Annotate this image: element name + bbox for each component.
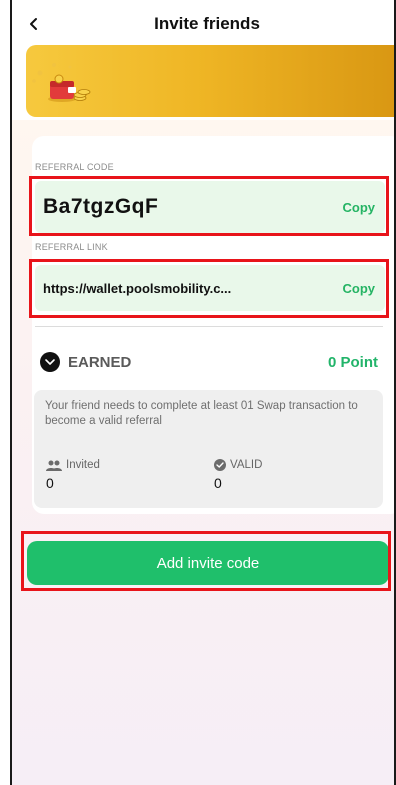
earned-label: EARNED — [68, 353, 132, 371]
wallet-coins-illustration — [32, 63, 91, 102]
referral-link-value: https://wallet.poolsmobility.c... — [43, 280, 232, 296]
earned-points: 0 Point — [327, 353, 378, 371]
chevron-left-icon — [30, 18, 37, 30]
add-invite-code-button[interactable]: Add invite code — [27, 541, 389, 585]
header: Invite friends — [12, 0, 394, 48]
invited-stat: Invited 0 — [46, 459, 100, 491]
earned-row: EARNED 0 Point — [40, 352, 378, 372]
valid-value: 0 — [214, 475, 222, 491]
invited-value: 0 — [46, 475, 54, 491]
referral-code-field: Ba7tgzGqF Copy — [35, 181, 385, 233]
valid-stat: VALID 0 — [214, 459, 262, 491]
referral-code-label: REFERRAL CODE — [35, 162, 114, 172]
referral-info-panel: Your friend needs to complete at least 0… — [34, 390, 383, 508]
page-title: Invite friends — [154, 14, 260, 33]
referral-code-value: Ba7tgzGqF — [43, 195, 159, 218]
referral-requirement-text: Your friend needs to complete at least 0… — [45, 400, 358, 427]
invite-banner — [26, 45, 394, 117]
valid-label: VALID — [230, 459, 263, 471]
check-circle-icon — [214, 459, 226, 471]
back-button[interactable] — [22, 12, 46, 36]
users-icon — [46, 460, 62, 471]
divider — [35, 326, 383, 327]
copy-code-button[interactable]: Copy — [343, 200, 376, 215]
referral-link-field: https://wallet.poolsmobility.c... Copy — [35, 265, 385, 311]
earned-icon — [40, 352, 60, 372]
invited-label: Invited — [66, 459, 100, 471]
referral-link-label: REFERRAL LINK — [35, 242, 108, 252]
copy-link-button[interactable]: Copy — [343, 281, 376, 296]
